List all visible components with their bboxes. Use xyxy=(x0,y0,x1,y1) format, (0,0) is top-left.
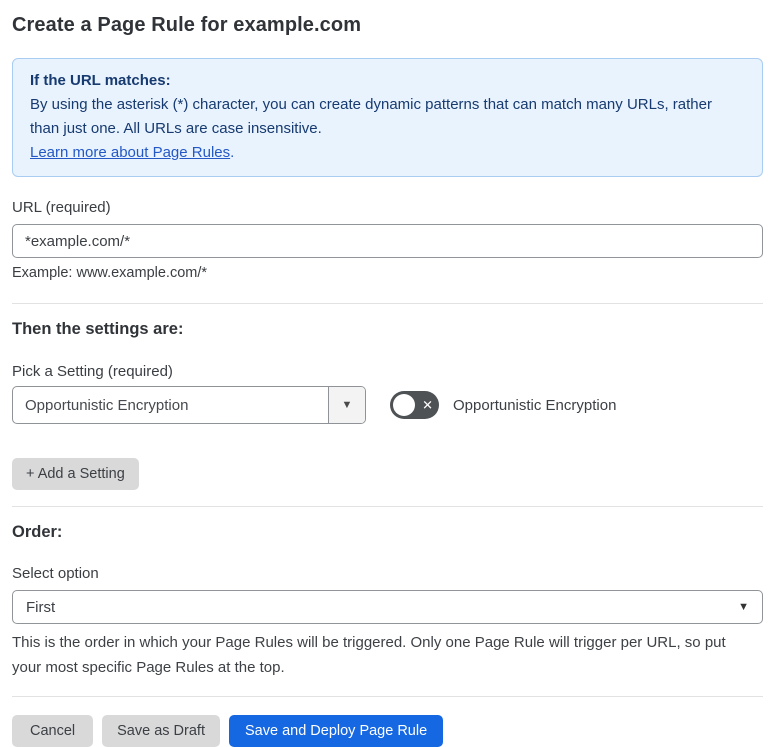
setting-select-value: Opportunistic Encryption xyxy=(25,396,189,414)
learn-more-page-rules-link[interactable]: Learn more about Page Rules xyxy=(30,144,230,161)
order-select[interactable]: First ▼ xyxy=(12,590,763,624)
setting-row: Opportunistic Encryption ▼ ✕ Opportunist… xyxy=(12,386,763,424)
section-divider xyxy=(12,303,763,304)
opportunistic-encryption-toggle[interactable]: ✕ xyxy=(390,391,439,419)
setting-select-arrow-button[interactable]: ▼ xyxy=(328,387,365,423)
order-select-label: Select option xyxy=(12,565,99,582)
toggle-label: Opportunistic Encryption xyxy=(453,396,617,414)
toggle-off-x-icon: ✕ xyxy=(422,397,433,413)
url-field-label: URL (required) xyxy=(12,199,111,216)
footer-actions: Cancel Save as Draft Save and Deploy Pag… xyxy=(12,715,763,747)
callout-body: By using the asterisk (*) character, you… xyxy=(30,96,712,137)
page-title: Create a Page Rule for example.com xyxy=(12,14,362,36)
add-setting-button[interactable]: + Add a Setting xyxy=(12,458,139,490)
order-select-value: First xyxy=(26,598,56,616)
pick-setting-label: Pick a Setting (required) xyxy=(12,363,173,380)
url-example-hint: Example: www.example.com/* xyxy=(12,265,208,281)
section-divider xyxy=(12,506,763,507)
toggle-knob xyxy=(393,394,415,416)
cancel-button[interactable]: Cancel xyxy=(12,715,94,747)
save-and-deploy-button[interactable]: Save and Deploy Page Rule xyxy=(228,715,444,747)
url-input[interactable] xyxy=(12,224,763,258)
order-description: This is the order in which your Page Rul… xyxy=(12,634,726,676)
setting-select[interactable]: Opportunistic Encryption ▼ xyxy=(12,386,366,424)
chevron-down-icon: ▼ xyxy=(341,399,353,411)
chevron-down-icon: ▼ xyxy=(738,601,749,613)
create-page-rule-panel: Create a Page Rule for example.com If th… xyxy=(0,12,775,747)
footer-divider xyxy=(12,696,763,697)
callout-link-line: Learn more about Page Rules. xyxy=(30,141,745,165)
url-matches-callout: If the URL matches: By using the asteris… xyxy=(12,58,763,177)
settings-section-heading: Then the settings are: xyxy=(12,320,184,338)
order-section-heading: Order: xyxy=(12,523,63,541)
callout-link-suffix: . xyxy=(230,144,235,161)
save-as-draft-button[interactable]: Save as Draft xyxy=(102,715,220,747)
callout-heading: If the URL matches: xyxy=(30,72,171,89)
